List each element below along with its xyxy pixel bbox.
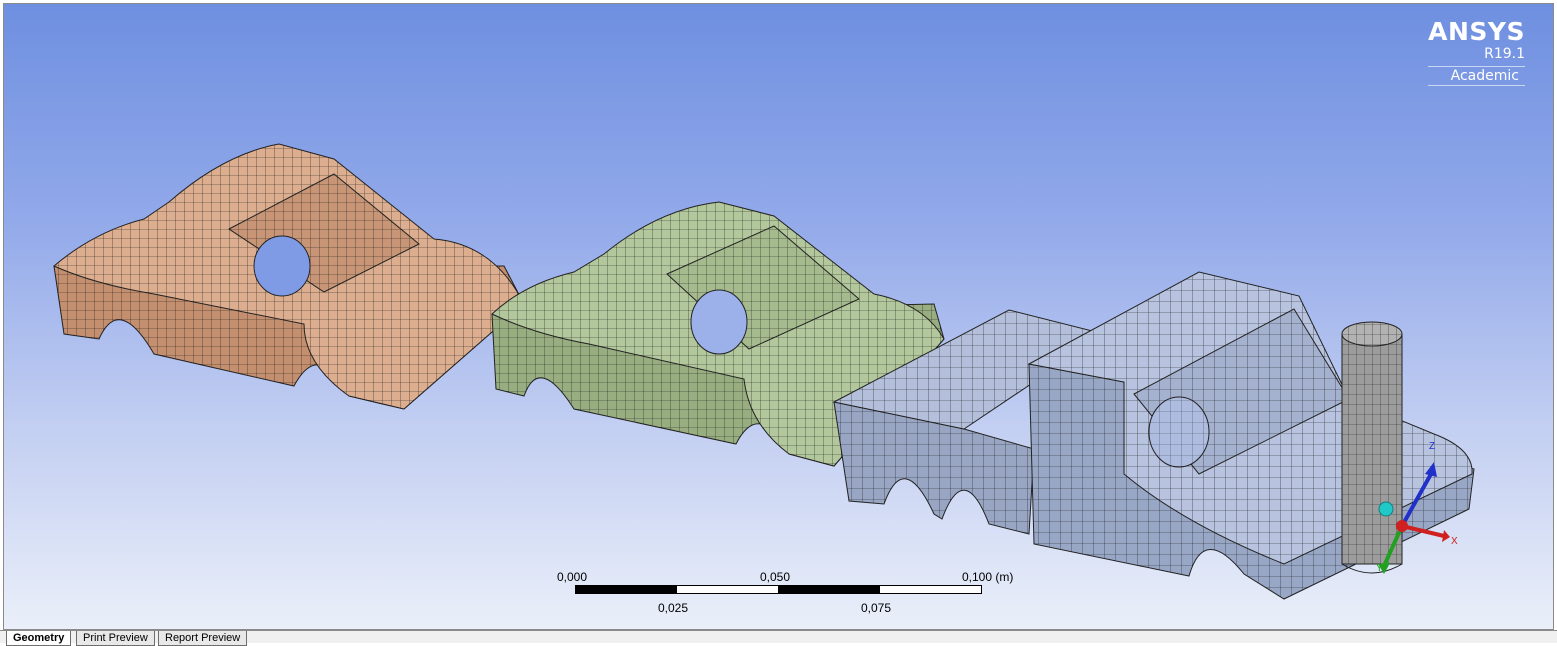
y-axis-label: Y (1376, 563, 1383, 574)
scale-label-100: 0,100 (m) (962, 570, 1014, 584)
origin-sphere-cyan (1378, 501, 1394, 517)
body-2-window-hole (690, 289, 748, 355)
scale-label-050: 0,050 (760, 570, 791, 584)
z-axis-label: Z (1429, 441, 1435, 452)
scale-segment-2 (676, 585, 779, 594)
body-1-car-shell-copper[interactable] (53, 143, 525, 410)
scale-segment-3 (778, 585, 880, 594)
graphics-viewport[interactable]: Z Y X ANSYS R19.1 Academic 0,000 0,050 0… (3, 3, 1554, 630)
tab-report-preview[interactable]: Report Preview (158, 631, 248, 646)
ansys-brand: ANSYS (1428, 17, 1525, 46)
scale-label-025: 0,025 (658, 601, 689, 615)
mesh-scene[interactable]: Z Y X (4, 4, 1554, 630)
ansys-edition: Academic (1428, 66, 1525, 86)
origin-sphere-red (1396, 520, 1408, 532)
ansys-version: R19.1 (1484, 46, 1525, 62)
scale-label-075: 0,075 (861, 601, 892, 615)
scale-segment-4 (879, 585, 982, 594)
body-1-window-hole (253, 235, 311, 297)
tab-print-preview[interactable]: Print Preview (76, 631, 155, 646)
scale-segment-1 (575, 585, 677, 594)
ansys-logo: ANSYS R19.1 Academic (1428, 18, 1525, 86)
scale-label-0: 0,000 (557, 570, 588, 584)
x-axis-label: X (1451, 536, 1458, 547)
tab-geometry[interactable]: Geometry (6, 631, 72, 646)
view-tab-bar: Geometry Print Preview Report Preview (0, 630, 1557, 646)
cylinder-pin[interactable] (1341, 321, 1403, 574)
